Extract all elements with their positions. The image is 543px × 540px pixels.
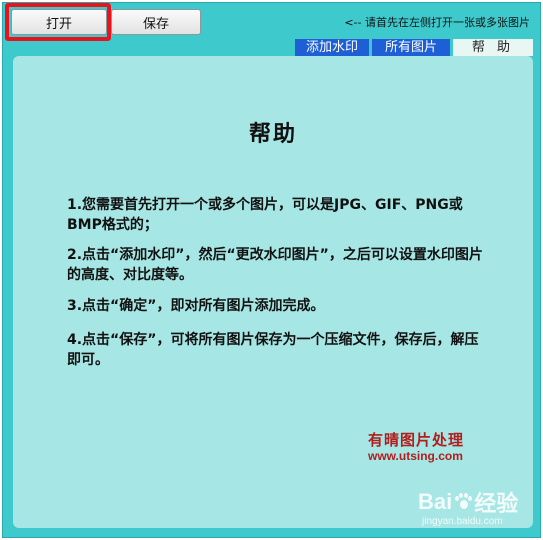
brand-name: 有晴图片处理 xyxy=(368,431,465,449)
help-panel: 帮助 1.您需要首先打开一个或多个图片，可以是JPG、GIF、PNG或BMP格式… xyxy=(13,56,533,528)
baidu-jingyan-watermark: Bai 经验 jingyan.baidu.com xyxy=(418,486,518,527)
baidu-logo-text: Bai xyxy=(418,489,453,514)
help-step-2: 2.点击“添加水印”，然后“更改水印图片”，之后可以设置水印图片的高度、对比度等… xyxy=(67,247,483,283)
save-button[interactable]: 保存 xyxy=(111,9,201,35)
open-button[interactable]: 打开 xyxy=(11,9,107,35)
tab-add-watermark[interactable]: 添加水印 xyxy=(295,39,369,56)
baidu-logo: Bai 经验 xyxy=(418,486,518,518)
help-step-1: 1.您需要首先打开一个或多个图片，可以是JPG、GIF、PNG或BMP格式的； xyxy=(67,197,463,233)
brand-url: www.utsing.com xyxy=(368,449,463,463)
tab-all-images[interactable]: 所有图片 xyxy=(372,39,450,56)
jingyan-logo-text: 经验 xyxy=(474,491,519,516)
help-title: 帮助 xyxy=(248,122,297,147)
instruction-hint: <-- 请首先在左侧打开一张或多张图片 xyxy=(344,16,530,29)
help-step-3: 3.点击“确定”，即对所有图片添加完成。 xyxy=(67,298,325,314)
help-step-4: 4.点击“保存”，可将所有图片保存为一个压缩文件，保存后，解压即可。 xyxy=(67,332,479,368)
paw-icon xyxy=(454,493,473,511)
tab-help[interactable]: 帮 助 xyxy=(453,39,533,56)
app-window: 打开 保存 <-- 请首先在左侧打开一张或多张图片 添加水印 所有图片 帮 助 … xyxy=(2,2,541,538)
